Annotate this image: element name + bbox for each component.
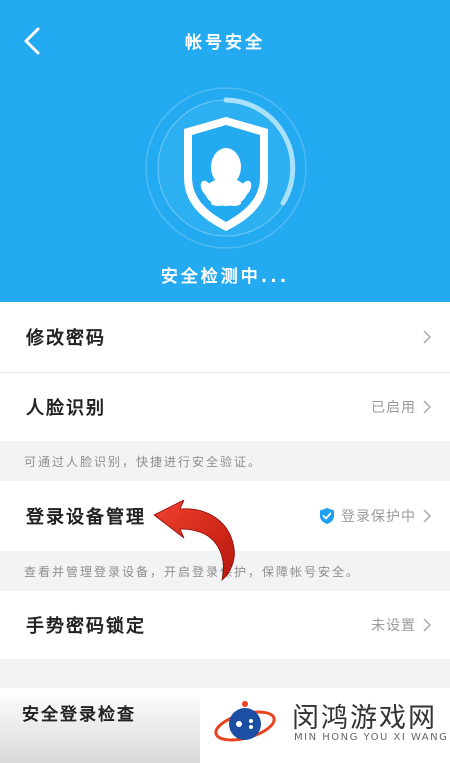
- change-password-row[interactable]: 修改密码: [0, 302, 450, 372]
- device-management-label: 登录设备管理: [26, 507, 146, 528]
- scan-status: 安全检测中...: [160, 267, 290, 287]
- chevron-right-icon: [423, 330, 432, 344]
- header: 帐号安全 安全检测中...: [0, 0, 450, 302]
- gesture-lock-label: 手势密码锁定: [26, 616, 146, 637]
- face-recognition-label: 人脸识别: [26, 398, 106, 419]
- annotation-arrow-icon: [153, 500, 235, 581]
- shield-check-icon: [320, 508, 334, 524]
- login-check-label: 安全登录检查: [22, 705, 136, 725]
- watermark-subtitle: MIN HONG YOU XI WANG: [294, 732, 449, 743]
- login-protection-status: 登录保护中: [341, 509, 416, 525]
- chevron-right-icon: [423, 509, 432, 523]
- watermark: 闵鸿游戏网 MIN HONG YOU XI WANG: [200, 688, 450, 763]
- page-title: 帐号安全: [185, 33, 265, 53]
- login-check-row[interactable]: 安全登录检查: [0, 688, 210, 763]
- security-shield-icon: [145, 87, 307, 249]
- gamepad-logo-icon: [214, 701, 276, 742]
- change-password-label: 修改密码: [26, 328, 106, 349]
- watermark-title: 闵鸿游戏网: [292, 703, 437, 734]
- gesture-lock-row[interactable]: 手势密码锁定 未设置: [0, 591, 450, 659]
- face-recognition-row[interactable]: 人脸识别 已启用: [0, 373, 450, 441]
- face-recognition-status: 已启用: [371, 400, 416, 416]
- gesture-lock-status: 未设置: [371, 618, 416, 634]
- chevron-right-icon: [423, 400, 432, 414]
- chevron-right-icon: [423, 618, 432, 632]
- face-recognition-note: 可通过人脸识别，快捷进行安全验证。: [24, 454, 263, 469]
